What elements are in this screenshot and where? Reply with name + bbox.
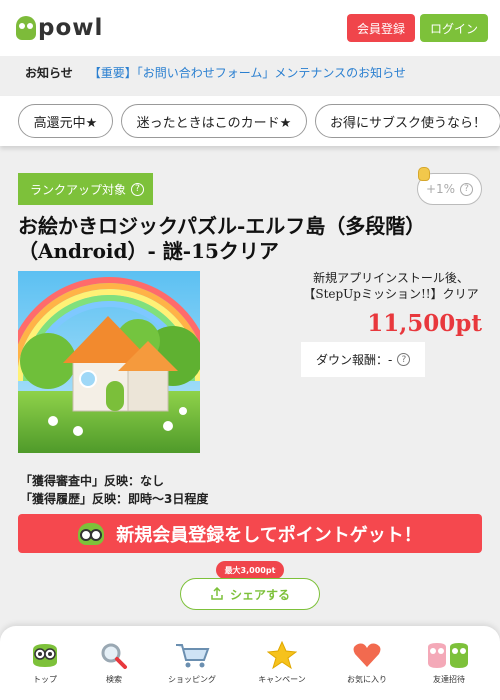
elf-house-illustration: [18, 271, 200, 453]
owl-icon: [78, 522, 105, 545]
logo-text: powl: [38, 15, 104, 41]
nav-item-top[interactable]: トップ: [10, 640, 80, 696]
chip-high-return[interactable]: 高還元中★: [18, 104, 113, 138]
signup-cta-button[interactable]: 新規会員登録をしてポイントゲット！: [18, 514, 482, 553]
nav-label-favorites: お気に入り: [347, 675, 387, 684]
rank-up-label: ランクアップ対象: [30, 182, 127, 197]
register-button[interactable]: 会員登録: [347, 14, 415, 42]
offer-points: 11,500pt: [367, 310, 482, 337]
heart-icon: [352, 640, 382, 670]
nav-item-campaign[interactable]: キャンペーン: [247, 640, 317, 696]
nav-item-invite[interactable]: 友達招待: [414, 640, 484, 696]
reflect-pending: 「獲得審査中」反映：なし: [20, 474, 165, 488]
category-chips: 高還元中★ 迷ったときはこのカード★ お得にサブスク使うなら！: [0, 96, 500, 146]
app-thumbnail: [18, 271, 200, 453]
offer-title: お絵かきロジックパズル-エルフ島（多段階）（Android）- 謎-15クリア: [18, 214, 426, 263]
reflect-history: 「獲得履歴」反映：即時～3日程度: [20, 492, 209, 506]
share-max-badge: 最大3,000pt: [216, 561, 284, 584]
cart-icon: [174, 640, 210, 670]
news-link[interactable]: 【重要】「お問い合わせフォーム」メンテナンスのお知らせ: [89, 64, 406, 81]
search-icon: [99, 640, 129, 670]
star-icon: [267, 640, 297, 670]
nav-item-search[interactable]: 検索: [79, 640, 149, 696]
chip-subscription[interactable]: お得にサブスク使うなら！: [315, 104, 500, 138]
down-reward[interactable]: ダウン報酬：- ?: [301, 342, 425, 377]
bonus-rate: +1%: [425, 182, 456, 196]
condition-line-2: 【StepUpミッション!!】クリア: [303, 287, 479, 301]
news-bar: お知らせ 【重要】「お問い合わせフォーム」メンテナンスのお知らせ: [12, 56, 488, 88]
rank-up-badge[interactable]: ランクアップ対象 ?: [18, 173, 153, 205]
owl-icon: [30, 640, 60, 670]
share-button[interactable]: シェアする: [180, 578, 320, 610]
nav-item-favorites[interactable]: お気に入り: [332, 640, 402, 696]
down-reward-label: ダウン報酬：-: [316, 353, 393, 367]
nav-label-top: トップ: [33, 675, 57, 684]
owl-logo-icon: [16, 16, 36, 40]
nav-label-invite: 友達招待: [433, 675, 465, 684]
nav-item-shopping[interactable]: ショッピング: [157, 640, 227, 696]
help-icon[interactable]: ?: [131, 182, 145, 196]
condition-line-1: 新規アプリインストール後、: [313, 271, 469, 285]
friends-icon: [427, 640, 471, 670]
cta-label: 新規会員登録をしてポイントゲット！: [116, 524, 422, 546]
share-label: シェアする: [229, 587, 290, 602]
nav-label-campaign: キャンペーン: [258, 675, 306, 684]
logo[interactable]: powl: [16, 15, 103, 41]
chip-card[interactable]: 迷ったときはこのカード★: [121, 104, 307, 138]
login-button[interactable]: ログイン: [420, 14, 488, 42]
help-icon: ?: [460, 182, 474, 196]
reflect-info: 「獲得審査中」反映：なし 「獲得履歴」反映：即時～3日程度: [20, 472, 208, 508]
help-icon: ?: [397, 353, 411, 366]
hand-pointer-icon: [418, 167, 430, 181]
bottom-nav: トップ 検索 ショッピング キャンペーン お気に入り 友達招待: [0, 626, 500, 700]
nav-label-search: 検索: [106, 675, 122, 684]
offer-condition: 新規アプリインストール後、 【StepUpミッション!!】クリア: [300, 270, 482, 302]
upload-icon: [211, 587, 223, 600]
header: powl 会員登録 ログイン: [0, 0, 500, 56]
nav-label-shopping: ショッピング: [168, 675, 216, 684]
news-label: お知らせ: [25, 65, 73, 80]
